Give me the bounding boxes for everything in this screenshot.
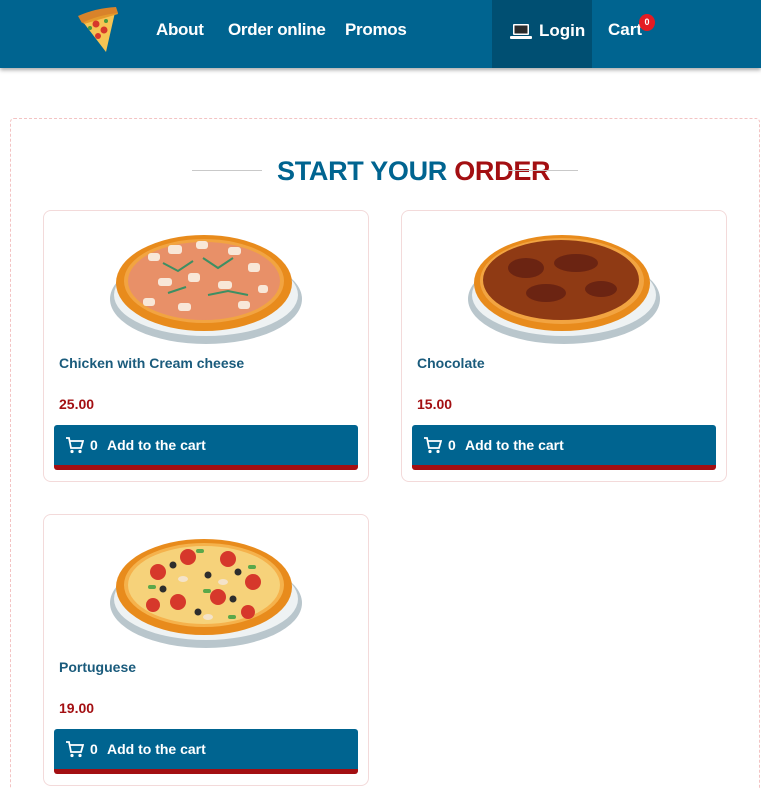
- add-to-cart-label: Add to the cart: [465, 437, 564, 453]
- product-name[interactable]: Portuguese: [59, 659, 136, 675]
- navbar: About Order online Promos Login Cart 0: [0, 0, 761, 68]
- shopping-cart-icon: [66, 437, 84, 454]
- add-to-cart-button[interactable]: 0 Add to the cart: [412, 425, 716, 470]
- pizza-image: [110, 235, 302, 344]
- shopping-cart-icon: [424, 437, 442, 454]
- product-name[interactable]: Chicken with Cream cheese: [59, 355, 244, 371]
- title-part-2: ORDER: [454, 156, 551, 186]
- product-price: 25.00: [59, 396, 95, 412]
- nav-promos-link[interactable]: Promos: [345, 20, 407, 40]
- add-to-cart-label: Add to the cart: [107, 437, 206, 453]
- add-to-cart-label: Add to the cart: [107, 741, 206, 757]
- heading-divider-left: [192, 170, 262, 171]
- pizza-image: [468, 235, 660, 344]
- product-card: Chocolate 15.00 0 Add to the cart: [401, 210, 727, 482]
- section-heading: START YOUR ORDER: [0, 156, 761, 186]
- login-label: Login: [539, 21, 586, 40]
- pizza-image: [110, 539, 302, 648]
- heading-divider-right: [508, 170, 578, 171]
- product-card: Chicken with Cream cheese 25.00 0 Add to…: [43, 210, 369, 482]
- section-title: START YOUR ORDER: [277, 156, 551, 187]
- cart-quantity: 0: [90, 741, 98, 757]
- cart-quantity: 0: [90, 437, 98, 453]
- nav-order-online-link[interactable]: Order online: [228, 20, 326, 40]
- laptop-icon: [510, 24, 532, 39]
- cart-quantity: 0: [448, 437, 456, 453]
- login-button[interactable]: Login: [492, 0, 592, 68]
- nav-cart-link[interactable]: Cart: [608, 20, 642, 40]
- pizza-slice-logo-icon[interactable]: [76, 6, 124, 56]
- add-to-cart-button[interactable]: 0 Add to the cart: [54, 729, 358, 774]
- title-part-1: START YOUR: [277, 156, 448, 186]
- product-price: 19.00: [59, 700, 95, 716]
- nav-about-link[interactable]: About: [156, 20, 204, 40]
- shopping-cart-icon: [66, 741, 84, 758]
- product-name[interactable]: Chocolate: [417, 355, 485, 371]
- product-price: 15.00: [417, 396, 453, 412]
- product-card: Portuguese 19.00 0 Add to the cart: [43, 514, 369, 786]
- cart-count-badge: 0: [639, 14, 655, 31]
- add-to-cart-button[interactable]: 0 Add to the cart: [54, 425, 358, 470]
